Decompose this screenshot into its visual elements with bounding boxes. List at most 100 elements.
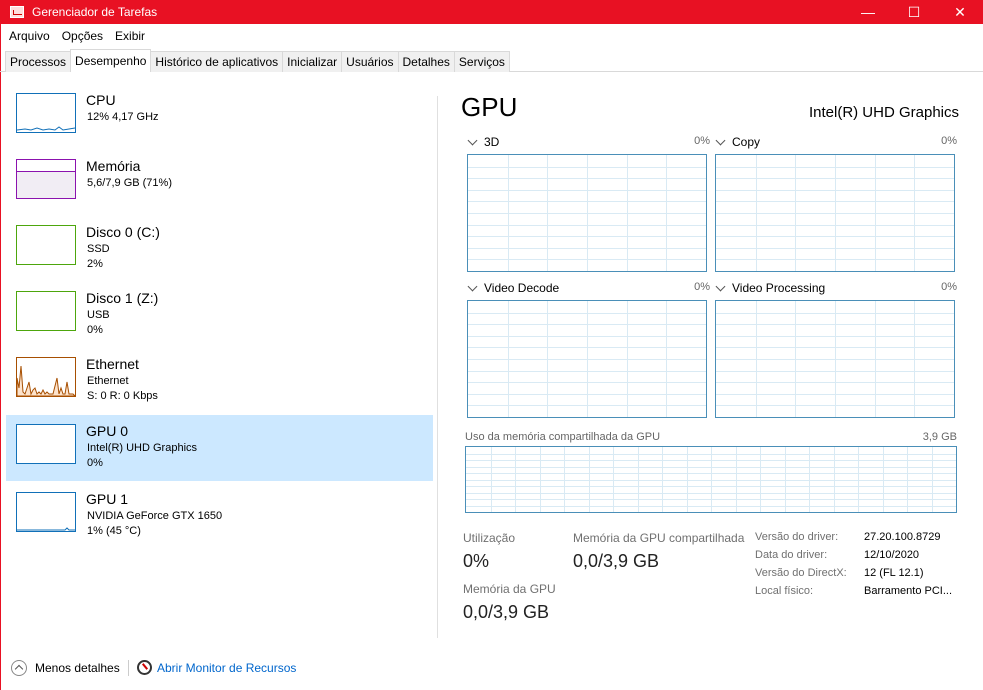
physical-location-value: Barramento PCI... [864,585,953,597]
sidebar-item-detail: 5,6/7,9 GB (71%) [87,177,172,189]
chevron-down-icon [715,135,726,145]
sidebar-item-disco1[interactable]: Disco 1 (Z:) USB 0% [6,286,433,346]
driver-date-value: 12/10/2020 [864,549,920,561]
engine-selector-video-processing[interactable]: Video Processing [715,281,825,295]
gpu0-thumbnail [16,424,76,464]
graph-grid [466,447,956,512]
sidebar-item-name: GPU 0 [86,423,129,439]
tab-processos[interactable]: Processos [5,51,72,72]
engine-name: Video Decode [484,281,560,295]
gpu-model-name: Intel(R) UHD Graphics [808,104,959,121]
graph-grid [468,155,706,271]
directx-version-label: Versão do DirectX: [755,567,847,579]
sidebar-item-detail: NVIDIA GeForce GTX 1650 [87,510,223,522]
footer-bar: Menos detalhes Abrir Monitor de Recursos [0,652,983,682]
engine-percent: 0% [694,281,710,293]
sidebar-item-name: Memória [86,158,141,174]
directx-version-value: 12 (FL 12.1) [864,567,924,579]
page-title: GPU [461,92,518,122]
sidebar-item-value: 0% [87,324,103,336]
cpu-thumbnail [16,93,76,133]
shared-memory-graph-label: Uso da memória compartilhada da GPU [465,431,661,443]
sidebar-item-value: 1% (45 °C) [87,525,141,537]
graph-copy [715,154,955,272]
resource-list: CPU 12% 4,17 GHz Memória 5,6/7,9 GB (71%… [6,88,433,553]
graph-grid [468,301,706,417]
title-bar[interactable]: Gerenciador de Tarefas — ☐ ✕ [0,0,983,24]
open-resource-monitor-link[interactable]: Abrir Monitor de Recursos [137,660,296,675]
tab-servicos[interactable]: Serviços [453,51,510,72]
tab-inicializar[interactable]: Inicializar [282,51,343,72]
gpu-memory-value: 0,0/3,9 GB [463,602,550,622]
shared-gpu-memory-label: Memória da GPU compartilhada [573,531,745,545]
sidebar-item-name: GPU 1 [86,491,129,507]
sidebar-item-cpu[interactable]: CPU 12% 4,17 GHz [6,88,433,148]
tab-desempenho[interactable]: Desempenho [70,49,152,72]
engine-selector-3d[interactable]: 3D [467,135,499,149]
utilization-label: Utilização [463,531,516,545]
chevron-up-icon [11,660,27,676]
ethernet-thumbnail [16,357,76,397]
memory-thumbnail [16,159,76,199]
driver-version-value: 27.20.100.8729 [864,531,941,543]
graph-video-decode [467,300,707,418]
tab-historico[interactable]: Histórico de aplicativos [150,51,284,72]
menu-arquivo[interactable]: Arquivo [9,29,50,43]
sidebar-item-value: S: 0 R: 0 Kbps [87,390,158,402]
sidebar-item-disco0[interactable]: Disco 0 (C:) SSD 2% [6,220,433,280]
open-resource-monitor-label: Abrir Monitor de Recursos [157,660,297,675]
engine-name: Video Processing [732,281,826,295]
less-details-button[interactable]: Menos detalhes [11,660,120,676]
engine-name: 3D [484,135,500,149]
chevron-down-icon [715,281,726,291]
minimize-button[interactable]: — [845,0,891,24]
tab-strip: Processos Desempenho Histórico de aplica… [5,49,510,72]
menu-exibir[interactable]: Exibir [115,29,145,43]
disk1-thumbnail [16,291,76,331]
sidebar-item-name: CPU [86,92,116,108]
graph-grid [716,301,954,417]
gpu1-thumbnail [16,492,76,532]
task-manager-icon [10,6,24,18]
shared-gpu-memory-value: 0,0/3,9 GB [573,551,660,571]
graph-3d [467,154,707,272]
tab-detalhes[interactable]: Detalhes [397,51,455,72]
tab-usuarios[interactable]: Usuários [341,51,399,72]
close-button[interactable]: ✕ [937,0,983,24]
sidebar-item-value: 0% [87,457,103,469]
gpu-memory-label: Memória da GPU [463,582,556,596]
engine-selector-video-decode[interactable]: Video Decode [467,281,559,295]
sidebar-item-detail: 12% 4,17 GHz [87,111,159,123]
sidebar-item-memoria[interactable]: Memória 5,6/7,9 GB (71%) [6,154,433,214]
pane-divider[interactable] [437,96,438,638]
driver-date-label: Data do driver: [755,549,828,561]
engine-name: Copy [732,135,761,149]
engine-percent: 0% [694,135,710,147]
window-title: Gerenciador de Tarefas [32,5,158,19]
shared-memory-graph-total: 3,9 GB [922,431,957,443]
sidebar-item-detail: Intel(R) UHD Graphics [87,442,198,454]
sidebar-item-gpu1[interactable]: GPU 1 NVIDIA GeForce GTX 1650 1% (45 °C) [6,487,433,547]
sidebar-item-value: 2% [87,258,103,270]
driver-version-label: Versão do driver: [755,531,839,543]
footer-separator [128,660,129,676]
utilization-value: 0% [463,551,490,571]
resource-monitor-icon [137,660,152,675]
graph-video-processing [715,300,955,418]
chevron-down-icon [467,135,478,145]
menu-opcoes[interactable]: Opções [62,29,103,43]
physical-location-label: Local físico: [755,585,814,597]
sidebar-item-ethernet[interactable]: Ethernet Ethernet S: 0 R: 0 Kbps [6,352,433,412]
sidebar-item-name: Disco 1 (Z:) [86,290,159,306]
menu-bar: Arquivo Opções Exibir [1,26,145,46]
sidebar-item-detail: Ethernet [87,375,129,387]
sidebar-item-detail: USB [87,309,110,321]
sidebar-item-detail: SSD [87,243,110,255]
sidebar-item-gpu0[interactable]: GPU 0 Intel(R) UHD Graphics 0% [6,415,433,481]
sidebar-item-name: Ethernet [86,356,139,372]
less-details-label: Menos detalhes [35,661,120,675]
engine-selector-copy[interactable]: Copy [715,135,760,149]
graph-grid [716,155,954,271]
maximize-button[interactable]: ☐ [891,0,937,24]
graph-shared-memory [465,446,957,513]
